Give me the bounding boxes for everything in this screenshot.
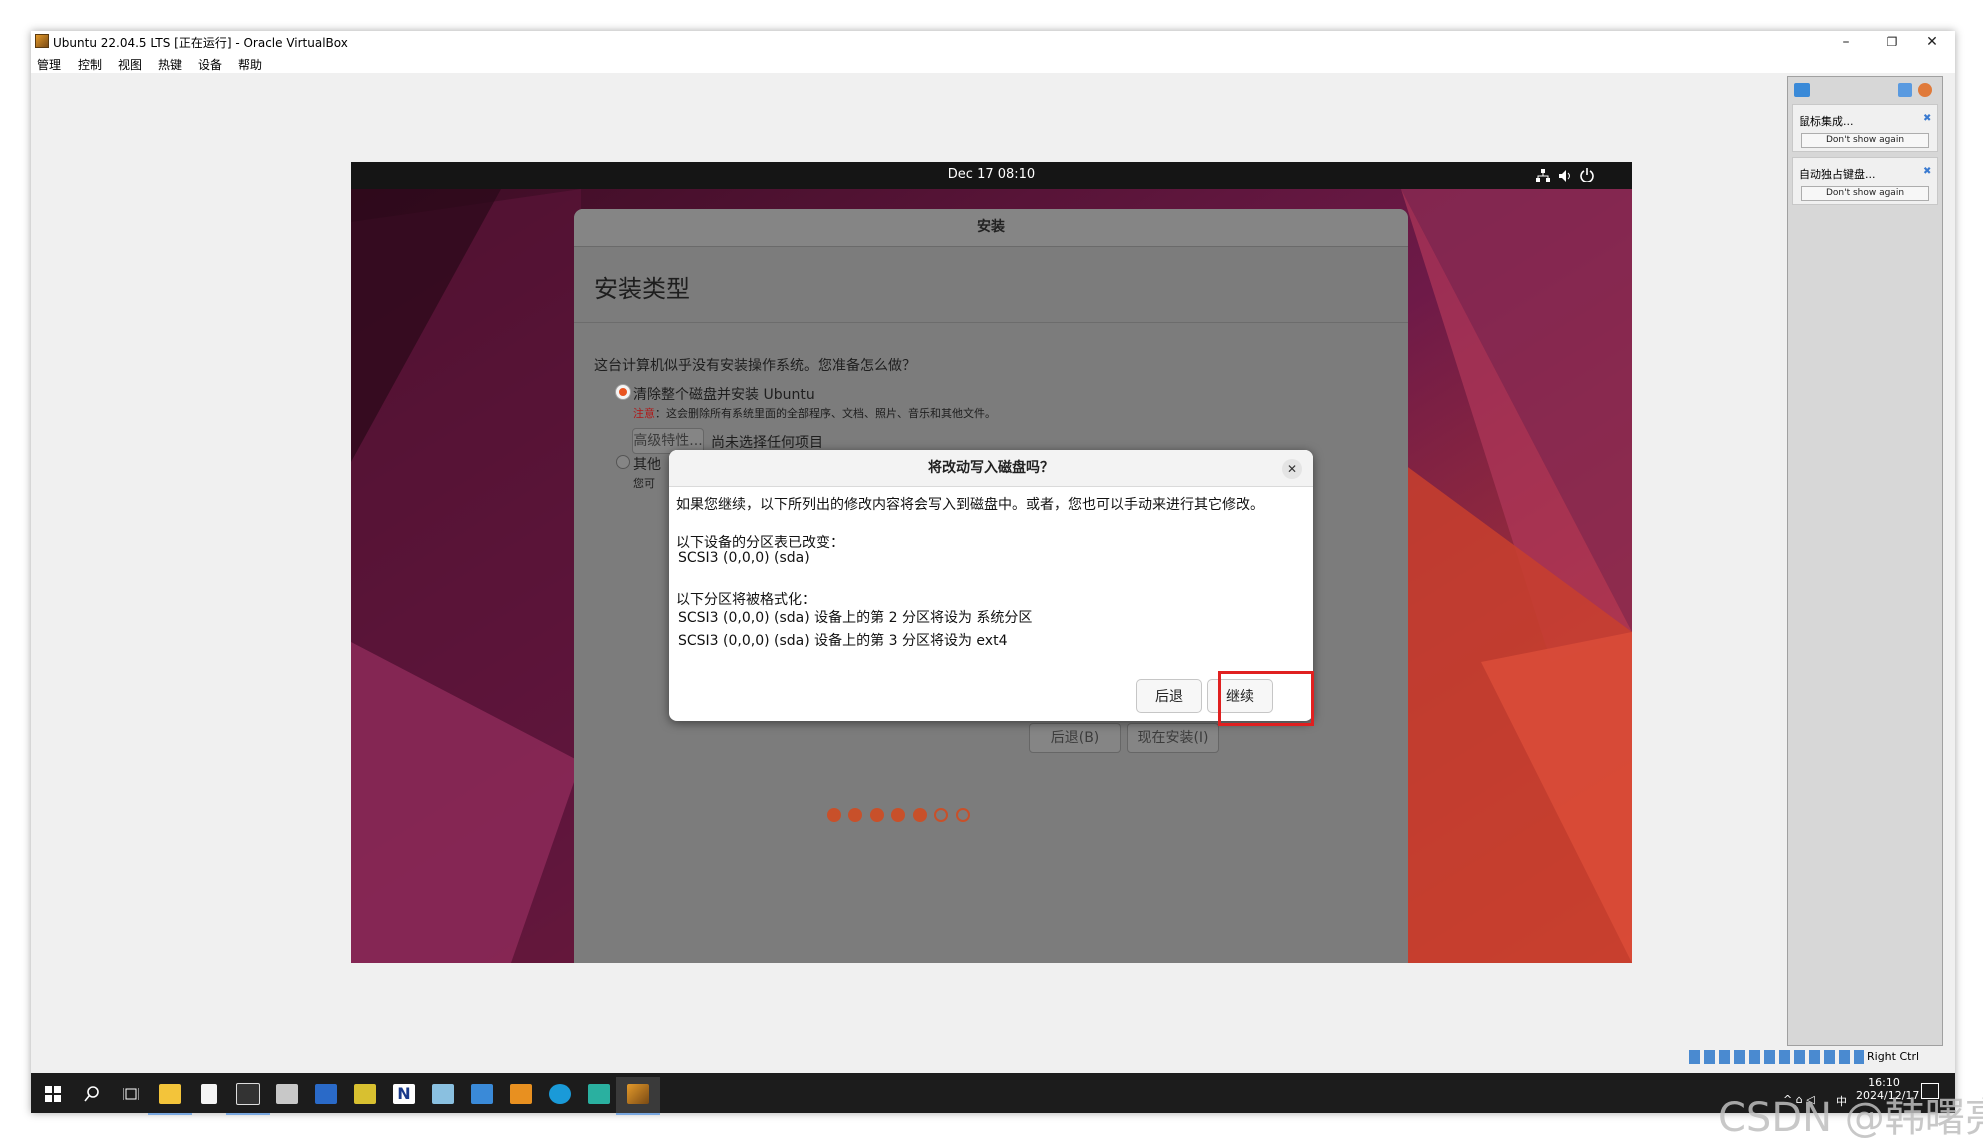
highlight-box [1218, 671, 1314, 726]
menu-control[interactable]: 控制 [78, 56, 102, 73]
dont-show-again-button[interactable]: Don't show again [1801, 186, 1929, 201]
write-changes-dialog: 将改动写入磁盘吗？ ✕ 如果您继续，以下所列出的修改内容将会写入到磁盘中。或者，… [669, 450, 1313, 721]
dialog-back-button[interactable]: 后退 [1136, 679, 1202, 713]
progress-dot [848, 808, 862, 822]
progress-dot [870, 808, 884, 822]
start-button[interactable] [31, 1077, 75, 1113]
clock[interactable]: Dec 17 08:10 [351, 167, 1632, 182]
edge-browser-icon[interactable] [538, 1077, 582, 1113]
panel-pin-icon[interactable] [1794, 83, 1810, 97]
install-now-button[interactable]: 现在安装(I) [1127, 723, 1219, 753]
host-key-label: Right Ctrl [1867, 1050, 1920, 1063]
panel-close-all-icon[interactable] [1918, 83, 1932, 97]
install-question: 这台计算机似乎没有安装操作系统。您准备怎么做？ [594, 358, 916, 374]
minimize-button[interactable]: – [1823, 31, 1869, 53]
notification-close-icon[interactable]: ✖ [1923, 166, 1931, 177]
notepad-icon[interactable] [187, 1077, 231, 1113]
notification-panel: 鼠标集成... ✖ Don't show again 自动独占键盘... ✖ D… [1787, 76, 1943, 1046]
progress-dot-empty [934, 808, 948, 822]
dialog-close-icon[interactable]: ✕ [1282, 459, 1302, 479]
app-icon[interactable]: N [382, 1077, 426, 1113]
menu-manage[interactable]: 管理 [37, 56, 61, 73]
divider [574, 322, 1408, 323]
dialog-title: 将改动写入磁盘吗？ [669, 450, 1313, 487]
status-device-icons[interactable] [1689, 1050, 1864, 1064]
warning-body: ：这会删除所有系统里面的全部程序、文档、照片、音乐和其他文件。 [655, 407, 996, 420]
menu-devices[interactable]: 设备 [198, 56, 222, 73]
warning-text: 注意：这会删除所有系统里面的全部程序、文档、照片、音乐和其他文件。 [633, 405, 996, 421]
dialog-partition-header: 以下设备的分区表已改变： [676, 535, 844, 551]
option-other-sub: 您可 [633, 477, 655, 490]
status-bar: Right Ctrl [1689, 1048, 1959, 1066]
app-icon[interactable] [265, 1077, 309, 1113]
network-icon[interactable] [1536, 169, 1550, 183]
dialog-format-line: SCSI3 (0,0,0) (sda) 设备上的第 3 分区将设为 ext4 [678, 633, 1008, 649]
dialog-format-header: 以下分区将被格式化： [676, 592, 816, 608]
progress-dot [913, 808, 927, 822]
virtualbox-app-icon [35, 34, 49, 48]
menu-view[interactable]: 视图 [118, 56, 142, 73]
radio-other[interactable] [616, 455, 630, 469]
progress-dot [827, 808, 841, 822]
installer-header: 安装 [574, 209, 1408, 247]
advanced-status: 尚未选择任何项目 [711, 435, 823, 451]
virtualbox-taskbar-icon[interactable] [616, 1077, 660, 1115]
progress-dot-empty [956, 808, 970, 822]
guest-screen[interactable]: Dec 17 08:10 安装 安装类型 这台计算机似乎没有安装操作系统。您准备… [351, 162, 1632, 963]
power-icon[interactable] [1580, 168, 1594, 182]
menu-hotkey[interactable]: 热键 [158, 56, 182, 73]
task-view-icon[interactable] [109, 1077, 153, 1113]
app-icon[interactable] [577, 1077, 621, 1113]
notification-close-icon[interactable]: ✖ [1923, 113, 1931, 124]
gnome-top-bar: Dec 17 08:10 [351, 162, 1632, 189]
app-icon[interactable] [304, 1077, 348, 1113]
virtualbox-window: Ubuntu 22.04.5 LTS [正在运行] - Oracle Virtu… [31, 31, 1955, 1115]
window-title: Ubuntu 22.04.5 LTS [正在运行] - Oracle Virtu… [53, 36, 348, 50]
terminal-icon[interactable] [226, 1077, 270, 1115]
menu-help[interactable]: 帮助 [238, 56, 262, 73]
menu-bar: 管理 控制 视图 热键 设备 帮助 [31, 53, 1955, 73]
app-icon[interactable] [460, 1077, 504, 1113]
notification-card: 自动独占键盘... ✖ Don't show again [1792, 157, 1938, 205]
dialog-message: 如果您继续，以下所列出的修改内容将会写入到磁盘中。或者，您也可以手动来进行其它修… [676, 497, 1264, 513]
watermark: CSDN @韩曙亮 [1718, 1095, 1983, 1141]
notification-title: 自动独占键盘... [1799, 168, 1876, 181]
title-bar[interactable]: Ubuntu 22.04.5 LTS [正在运行] - Oracle Virtu… [31, 31, 1955, 53]
dialog-format-line: SCSI3 (0,0,0) (sda) 设备上的第 2 分区将设为 系统分区 [678, 610, 1033, 626]
file-explorer-icon[interactable] [148, 1077, 192, 1115]
progress-dots [827, 808, 987, 828]
progress-dot [891, 808, 905, 822]
windows-taskbar: N ^ ⌂ ◁ 中 16:10 2024/12/17 [31, 1073, 1955, 1115]
dont-show-again-button[interactable]: Don't show again [1801, 133, 1929, 148]
app-icon[interactable] [421, 1077, 465, 1113]
volume-icon[interactable] [1558, 169, 1572, 183]
notification-card: 鼠标集成... ✖ Don't show again [1792, 104, 1938, 152]
option-other-label[interactable]: 其他 [633, 454, 661, 474]
panel-arrange-icon[interactable] [1898, 83, 1912, 97]
page-title: 安装类型 [594, 275, 690, 303]
radio-erase-disk[interactable] [616, 385, 630, 399]
app-icon[interactable] [499, 1077, 543, 1113]
app-icon[interactable] [343, 1077, 387, 1113]
close-button[interactable]: ✕ [1909, 31, 1955, 53]
notification-title: 鼠标集成... [1799, 115, 1854, 128]
dialog-device: SCSI3 (0,0,0) (sda) [678, 550, 810, 566]
option-erase-label[interactable]: 清除整个磁盘并安装 Ubuntu [633, 384, 815, 404]
warning-label: 注意 [633, 407, 655, 420]
back-button[interactable]: 后退(B) [1029, 723, 1121, 753]
search-icon[interactable] [70, 1077, 114, 1113]
